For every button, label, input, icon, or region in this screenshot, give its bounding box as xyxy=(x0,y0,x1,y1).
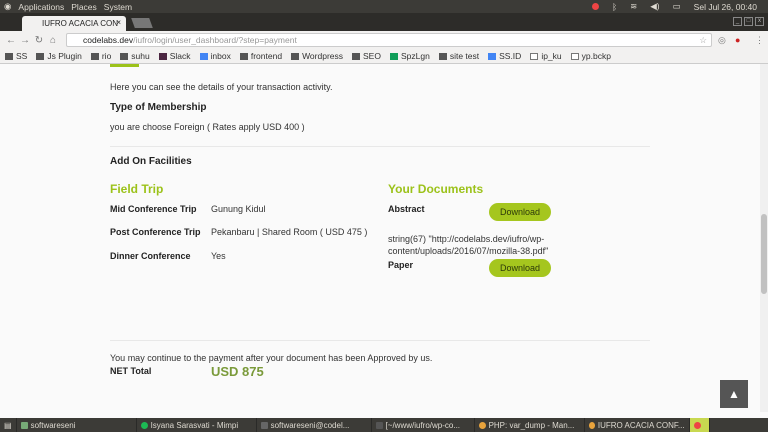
close-tab-icon[interactable]: × xyxy=(116,18,121,27)
menu-places[interactable]: Places xyxy=(71,2,97,12)
bookmark-ssid[interactable]: SS.ID xyxy=(488,51,521,61)
mid-trip-label: Mid Conference Trip xyxy=(110,204,197,214)
bluetooth-icon[interactable]: ᛒ xyxy=(612,2,617,12)
taskbar: ▤ softwareseni Isyana Sarasvati - Mimpi … xyxy=(0,418,768,432)
page-content: Here you can see the details of your tra… xyxy=(0,64,760,412)
paper-label: Paper xyxy=(388,260,414,270)
forward-icon[interactable]: → xyxy=(18,35,32,46)
divider xyxy=(110,146,650,147)
post-trip-value: Pekanbaru | Shared Room ( USD 475 ) xyxy=(211,227,368,237)
documents-heading: Your Documents xyxy=(388,182,484,196)
membership-heading: Type of Membership xyxy=(110,102,207,113)
bookmark-seo[interactable]: SEO xyxy=(352,51,381,61)
show-desktop-icon[interactable]: ▤ xyxy=(0,418,17,432)
bookmark-ss[interactable]: SS xyxy=(5,51,27,61)
new-tab-button[interactable] xyxy=(131,18,153,28)
clock[interactable]: Sel Jul 26, 00:40 xyxy=(694,2,757,12)
address-bar[interactable]: codelabs.dev/iufro/login/user_dashboard/… xyxy=(66,33,712,47)
bookmarks-bar: SS Js Plugin rio suhu Slack inbox fronte… xyxy=(0,49,768,64)
battery-icon[interactable]: ▭ xyxy=(673,1,681,12)
ubuntu-logo-icon[interactable]: ◉ xyxy=(4,1,11,12)
dinner-value: Yes xyxy=(211,251,226,261)
bookmark-js-plugin[interactable]: Js Plugin xyxy=(36,51,82,61)
url-path: /iufro/login/user_dashboard/?step=paymen… xyxy=(133,35,297,45)
close-window-icon[interactable]: x xyxy=(755,17,764,26)
menu-applications[interactable]: Applications xyxy=(18,2,64,12)
download-paper-button[interactable]: Download xyxy=(489,259,551,277)
bookmark-ip-ku[interactable]: ip_ku xyxy=(530,51,562,61)
adblock-icon[interactable]: ● xyxy=(735,35,740,45)
divider xyxy=(110,340,650,341)
bookmark-site-test[interactable]: site test xyxy=(438,51,479,61)
minimize-icon[interactable]: _ xyxy=(733,17,742,26)
dinner-label: Dinner Conference xyxy=(110,251,191,261)
url-host: codelabs.dev xyxy=(83,35,134,45)
reload-icon[interactable]: ↻ xyxy=(32,35,46,46)
extension-icon[interactable]: ◎ xyxy=(718,35,726,46)
download-abstract-button[interactable]: Download xyxy=(489,203,551,221)
membership-text: you are choose Foreign ( Rates apply USD… xyxy=(110,122,305,132)
bookmark-inbox[interactable]: inbox xyxy=(199,51,231,61)
bookmark-rio[interactable]: rio xyxy=(90,51,111,61)
menu-icon[interactable]: ⋮ xyxy=(755,35,764,46)
menu-system[interactable]: System xyxy=(104,2,132,12)
task-chrome-active[interactable] xyxy=(689,418,710,432)
back-icon[interactable]: ← xyxy=(4,35,18,46)
addon-heading: Add On Facilities xyxy=(110,156,192,167)
bookmark-spzlgn[interactable]: SpzLgn xyxy=(389,51,430,61)
task-iufro[interactable]: IUFRO ACACIA CONF... xyxy=(585,418,690,432)
field-trip-heading: Field Trip xyxy=(110,182,164,196)
task-spotify[interactable]: Isyana Sarasvati - Mimpi xyxy=(137,418,257,432)
task-terminal[interactable]: softwareseni@codel... xyxy=(257,418,372,432)
system-top-bar: ◉ Applications Places System ᛒ ≋ ◀) ▭ Se… xyxy=(0,0,768,13)
browser-tab[interactable]: IUFRO ACACIA CON × xyxy=(22,16,126,31)
page-scrollbar[interactable] xyxy=(760,64,768,412)
home-icon[interactable]: ⌂ xyxy=(46,35,60,46)
maximize-icon[interactable]: □ xyxy=(744,17,753,26)
tab-indicator xyxy=(110,64,139,67)
wifi-icon[interactable]: ≋ xyxy=(630,1,637,12)
post-trip-label: Post Conference Trip xyxy=(110,227,201,237)
bookmark-slack[interactable]: Slack xyxy=(158,51,191,61)
tab-bar: IUFRO ACACIA CON × _ □ x xyxy=(0,13,768,31)
volume-icon[interactable]: ◀) xyxy=(650,1,659,12)
tab-title: IUFRO ACACIA CON xyxy=(42,19,119,28)
task-editor[interactable]: [~/www/iufro/wp-co... xyxy=(372,418,475,432)
browser-toolbar: ← → ↻ ⌂ codelabs.dev/iufro/login/user_da… xyxy=(0,31,768,49)
task-php-var-dump[interactable]: PHP: var_dump - Man... xyxy=(475,418,585,432)
debug-output-line2: content/uploads/2016/07/mozilla-38.pdf" xyxy=(388,246,549,256)
scroll-to-top-button[interactable]: ▲ xyxy=(720,380,748,408)
mid-trip-value: Gunung Kidul xyxy=(211,204,266,214)
net-total-value: USD 875 xyxy=(211,364,264,379)
bookmark-yp-bckp[interactable]: yp.bckp xyxy=(570,51,611,61)
chrome-tray-icon[interactable] xyxy=(592,3,600,10)
debug-output-line1: string(67) "http://codelabs.dev/iufro/wp… xyxy=(388,234,545,244)
scrollbar-thumb[interactable] xyxy=(761,214,767,294)
bookmark-wordpress[interactable]: Wordpress xyxy=(291,51,343,61)
star-icon[interactable]: ☆ xyxy=(699,35,707,46)
bookmark-frontend[interactable]: frontend xyxy=(239,51,282,61)
task-softwareseni[interactable]: softwareseni xyxy=(17,418,137,432)
abstract-label: Abstract xyxy=(388,204,425,214)
intro-text: Here you can see the details of your tra… xyxy=(110,82,333,92)
net-total-label: NET Total xyxy=(110,366,152,376)
payment-note: You may continue to the payment after yo… xyxy=(110,353,433,363)
bookmark-suhu[interactable]: suhu xyxy=(120,51,150,61)
